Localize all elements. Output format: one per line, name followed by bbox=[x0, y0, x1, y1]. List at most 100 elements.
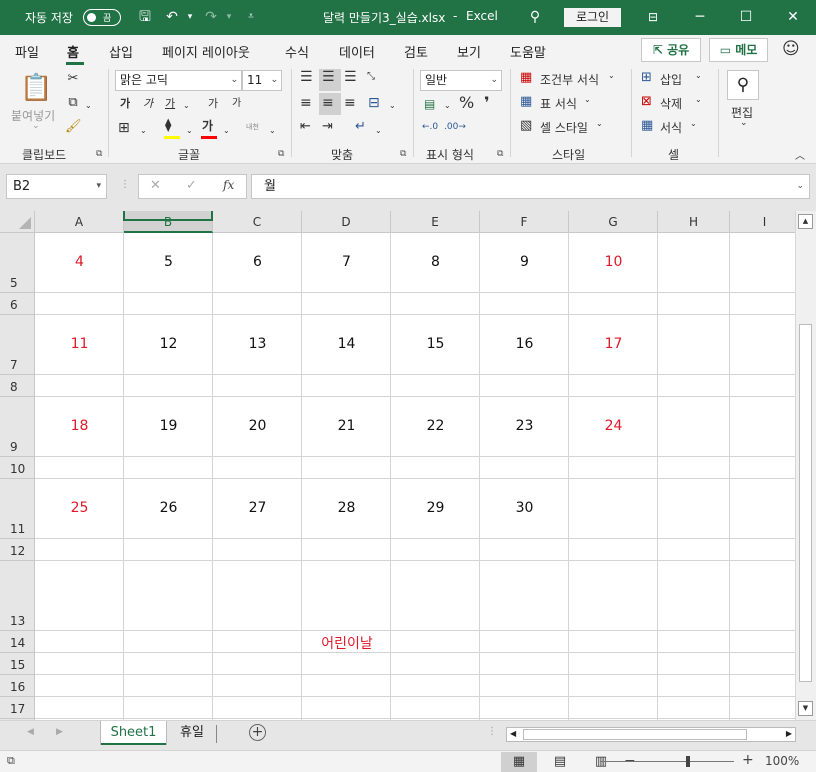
feedback-smiley-icon[interactable]: ☺ bbox=[782, 39, 800, 59]
page-break-view-icon[interactable]: ▥ bbox=[583, 752, 619, 772]
row-header-9[interactable]: 9 bbox=[0, 397, 35, 457]
cancel-icon[interactable]: ✕ bbox=[150, 178, 161, 193]
calendar-cell[interactable]: 5 bbox=[124, 254, 213, 270]
row-header-15[interactable]: 15 bbox=[0, 653, 35, 675]
align-bottom-icon[interactable]: ☰ bbox=[344, 69, 357, 85]
column-header-i[interactable]: I bbox=[730, 211, 795, 233]
calendar-cell[interactable]: 18 bbox=[35, 418, 124, 434]
collapse-ribbon-icon[interactable]: ︿ bbox=[795, 147, 805, 162]
prev-sheet-icon[interactable]: ◀ bbox=[27, 727, 34, 737]
calendar-cell[interactable]: 4 bbox=[35, 254, 124, 270]
scroll-left-icon[interactable]: ◀ bbox=[510, 729, 516, 738]
underline-dropdown-icon[interactable]: ⌄ bbox=[183, 98, 190, 114]
font-size-combo[interactable]: 11 ⌄ bbox=[242, 70, 282, 91]
row-header-10[interactable]: 10 bbox=[0, 457, 35, 479]
phonetic-dropdown-icon[interactable]: ⌄ bbox=[269, 123, 276, 139]
calendar-cell[interactable]: 19 bbox=[124, 418, 213, 434]
ribbon-display-icon[interactable]: ⊟ bbox=[644, 8, 662, 26]
font-launcher-icon[interactable]: ⧉ bbox=[278, 149, 284, 159]
merge-center-icon[interactable]: ⊟ bbox=[368, 95, 380, 111]
sheet-tab-sheet1[interactable]: Sheet1 bbox=[101, 721, 166, 745]
paste-dropdown-icon[interactable]: ⌄ bbox=[32, 121, 40, 131]
tab-data[interactable]: 데이터 bbox=[339, 42, 375, 61]
minimize-button[interactable]: ─ bbox=[677, 0, 723, 35]
expand-formula-icon[interactable]: ⌄ bbox=[796, 175, 804, 198]
calendar-cell[interactable]: 20 bbox=[213, 418, 302, 434]
undo-dropdown-icon[interactable]: ▾ bbox=[181, 8, 199, 26]
search-icon[interactable]: ⚲ bbox=[526, 8, 544, 26]
row-header-16[interactable]: 16 bbox=[0, 675, 35, 697]
format-painter-icon[interactable]: 🖌 bbox=[65, 119, 82, 135]
font-name-combo[interactable]: 맑은 고딕 ⌄ bbox=[115, 70, 242, 91]
fill-color-icon[interactable]: ⧫ bbox=[165, 118, 171, 134]
comma-button[interactable]: ❜ bbox=[484, 95, 490, 111]
formula-input[interactable]: 월 ⌄ bbox=[251, 174, 810, 199]
increase-indent-icon[interactable]: ⇥ bbox=[322, 119, 333, 135]
copy-icon[interactable]: ⧉ bbox=[65, 95, 81, 111]
cell-styles-dropdown-icon[interactable]: ⌄ bbox=[596, 119, 603, 128]
vertical-scroll-thumb[interactable] bbox=[799, 324, 812, 682]
calendar-cell[interactable]: 22 bbox=[391, 418, 480, 434]
calendar-cell[interactable]: 7 bbox=[302, 254, 391, 270]
calendar-cell[interactable]: 14 bbox=[302, 336, 391, 352]
column-header-a[interactable]: A bbox=[35, 211, 124, 233]
row-header-7[interactable]: 7 bbox=[0, 315, 35, 375]
horizontal-scrollbar[interactable]: ◀ ▶ bbox=[506, 727, 796, 742]
enter-check-icon[interactable]: ✓ bbox=[186, 178, 197, 193]
align-center-icon[interactable]: ≡ bbox=[322, 95, 334, 111]
calendar-cell[interactable]: 11 bbox=[35, 336, 124, 352]
calendar-cell[interactable]: 25 bbox=[35, 500, 124, 516]
calendar-cell[interactable]: 29 bbox=[391, 500, 480, 516]
column-header-d[interactable]: D bbox=[302, 211, 391, 233]
save-icon[interactable]: 🖫 bbox=[136, 8, 154, 26]
column-header-e[interactable]: E bbox=[391, 211, 480, 233]
cut-icon[interactable]: ✂ bbox=[65, 71, 81, 87]
number-format-combo[interactable]: 일반 ⌄ bbox=[420, 70, 502, 91]
align-right-icon[interactable]: ≡ bbox=[344, 95, 356, 111]
align-top-icon[interactable]: ☰ bbox=[300, 69, 313, 85]
undo-icon[interactable]: ↶ bbox=[163, 8, 181, 26]
row-header-17[interactable]: 17 bbox=[0, 697, 35, 719]
increase-decimal-icon[interactable]: ←.0 bbox=[422, 119, 438, 135]
calendar-cell[interactable]: 23 bbox=[480, 418, 569, 434]
tab-home[interactable]: 홈 bbox=[67, 42, 79, 61]
row-header-11[interactable]: 11 bbox=[0, 479, 35, 539]
scroll-down-button[interactable]: ▼ bbox=[798, 701, 813, 716]
decrease-indent-icon[interactable]: ⇤ bbox=[300, 119, 311, 135]
memo-button[interactable]: ▭ 메모 bbox=[709, 38, 768, 62]
autosave-toggle[interactable]: 끔 bbox=[83, 9, 121, 26]
insert-cells-icon[interactable]: ⊞ bbox=[641, 70, 652, 86]
calendar-cell[interactable]: 24 bbox=[569, 418, 658, 434]
login-button[interactable]: 로그인 bbox=[564, 8, 621, 27]
scroll-up-button[interactable]: ▲ bbox=[798, 214, 813, 229]
calendar-cell[interactable]: 13 bbox=[213, 336, 302, 352]
decrease-decimal-icon[interactable]: .00→ bbox=[444, 119, 466, 135]
calendar-cell[interactable]: 17 bbox=[569, 336, 658, 352]
conditional-format-button[interactable]: 조건부 서식 bbox=[540, 71, 599, 88]
normal-view-icon[interactable]: ▦ bbox=[501, 752, 537, 772]
row-header-8[interactable]: 8 bbox=[0, 375, 35, 397]
share-button[interactable]: ⇱ 공유 bbox=[641, 38, 701, 62]
shrink-font-button[interactable]: 가 bbox=[232, 96, 241, 112]
accounting-format-icon[interactable]: ▤ bbox=[424, 96, 435, 112]
conditional-dropdown-icon[interactable]: ⌄ bbox=[608, 71, 615, 80]
customize-toolbar-icon[interactable]: ⩡ bbox=[242, 8, 260, 26]
calendar-cell[interactable]: 9 bbox=[480, 254, 569, 270]
border-icon[interactable]: ⊞ bbox=[118, 120, 130, 136]
copy-dropdown-icon[interactable]: ⌄ bbox=[85, 98, 92, 114]
underline-button[interactable]: 가 bbox=[165, 96, 175, 112]
column-header-f[interactable]: F bbox=[480, 211, 569, 233]
calendar-cell[interactable]: 27 bbox=[213, 500, 302, 516]
row-header-6[interactable]: 6 bbox=[0, 293, 35, 315]
insert-function-icon[interactable]: fx bbox=[223, 178, 234, 192]
border-dropdown-icon[interactable]: ⌄ bbox=[140, 123, 147, 139]
calendar-cell[interactable]: 12 bbox=[124, 336, 213, 352]
grow-font-button[interactable]: 가 bbox=[208, 96, 218, 112]
delete-cells-button[interactable]: 삭제 bbox=[660, 95, 682, 112]
redo-icon[interactable]: ↷ bbox=[202, 8, 220, 26]
editing-dropdown-icon[interactable]: ⌄ bbox=[740, 118, 748, 128]
tab-page-layout[interactable]: 페이지 레이아웃 bbox=[162, 42, 250, 61]
tab-insert[interactable]: 삽입 bbox=[109, 42, 133, 61]
calendar-cell[interactable]: 28 bbox=[302, 500, 391, 516]
phonetic-button[interactable]: 내천 bbox=[246, 119, 259, 135]
